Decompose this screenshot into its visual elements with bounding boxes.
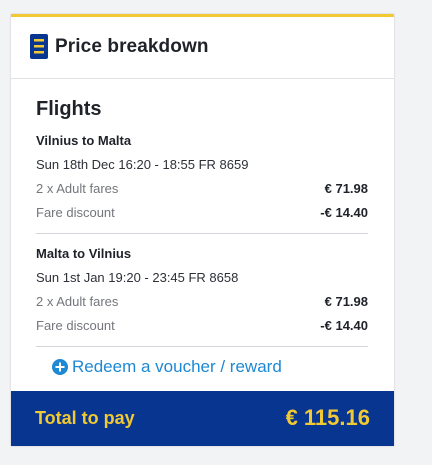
discount-value: -€ 14.40 <box>320 318 368 333</box>
leg-route: Vilnius to Malta <box>36 133 132 148</box>
card-header: Price breakdown <box>11 17 394 79</box>
discount-value: -€ 14.40 <box>320 205 368 220</box>
leg-route: Malta to Vilnius <box>36 246 132 261</box>
discount-label: Fare discount <box>36 205 115 220</box>
fares-label: 2 x Adult fares <box>36 181 119 196</box>
fares-label: 2 x Adult fares <box>36 294 119 309</box>
flights-section-title: Flights <box>36 98 102 120</box>
redeem-voucher-link[interactable]: Redeem a voucher / reward <box>52 357 282 377</box>
leg-schedule: Sun 18th Dec 16:20 - 18:55 FR 8659 <box>36 157 249 172</box>
fares-value: € 71.98 <box>324 294 368 309</box>
fares-value: € 71.98 <box>324 181 368 196</box>
redeem-voucher-label: Redeem a voucher / reward <box>72 357 282 376</box>
page-title: Price breakdown <box>55 36 209 57</box>
receipt-icon <box>30 34 48 59</box>
voucher-divider <box>36 346 368 347</box>
discount-label: Fare discount <box>36 318 115 333</box>
price-breakdown-card: Price breakdown Flights Vilnius to Malta… <box>11 14 394 446</box>
leg-divider <box>36 233 368 234</box>
total-label: Total to pay <box>35 408 135 428</box>
total-bar: Total to pay € 115.16 <box>11 391 394 446</box>
total-value: € 115.16 <box>285 405 370 430</box>
leg-schedule: Sun 1st Jan 19:20 - 23:45 FR 8658 <box>36 270 239 285</box>
plus-circle-icon <box>52 359 68 375</box>
